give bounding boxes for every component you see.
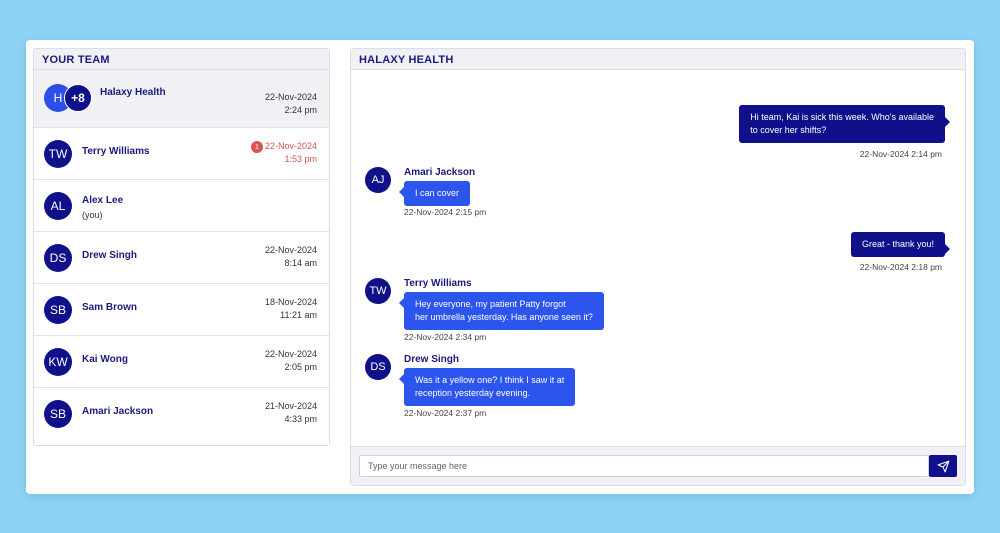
avatar: KW (44, 348, 72, 376)
member-timestamp: 18-Nov-2024 11:21 am (264, 297, 317, 320)
avatar: DS (44, 244, 72, 272)
group-timestamp: 22-Nov-2024 2:24 pm (264, 92, 317, 115)
message-timestamp: 22-Nov-2024 2:18 pm (859, 262, 942, 272)
team-item-alex-lee[interactable]: AL Alex Lee (you) (34, 180, 329, 232)
message-bubble-incoming: Hey everyone, my patient Patty forgot he… (399, 292, 604, 330)
group-extra-count: +8 (64, 84, 92, 112)
member-name: Sam Brown (82, 302, 138, 313)
team-item-kai-wong[interactable]: KW Kai Wong 22-Nov-2024 2:05 pm (34, 336, 329, 388)
message-composer (351, 446, 965, 485)
member-timestamp: 22-Nov-2024 2:05 pm (264, 349, 317, 372)
team-item-sam-brown[interactable]: SB Sam Brown 18-Nov-2024 11:21 am (34, 284, 329, 336)
message-bubble-incoming: I can cover (398, 181, 471, 206)
member-timestamp: 22-Nov-2024 8:14 am (264, 245, 317, 268)
member-name: Drew Singh (82, 250, 138, 261)
sender-name: Terry Williams (404, 278, 472, 289)
sender-name: Drew Singh (404, 354, 460, 365)
member-name: Kai Wong (82, 354, 128, 365)
sender-avatar: AJ (365, 167, 391, 193)
sender-avatar: DS (365, 354, 391, 380)
team-item-drew-singh[interactable]: DS Drew Singh 22-Nov-2024 8:14 am (34, 232, 329, 284)
member-timestamp: 21-Nov-2024 4:33 pm (264, 401, 317, 424)
avatar: SB (44, 296, 72, 324)
send-icon (937, 460, 950, 473)
chat-panel: HALAXY HEALTH Hi team, Kai is sick this … (350, 48, 966, 486)
team-item-amari-jackson[interactable]: SB Amari Jackson 21-Nov-2024 4:33 pm (34, 388, 329, 440)
message-timestamp: 22-Nov-2024 2:34 pm (404, 332, 487, 342)
team-panel-title: YOUR TEAM (34, 49, 329, 70)
message-list: Hi team, Kai is sick this week. Who's av… (351, 70, 965, 447)
member-name: Terry Williams (82, 146, 150, 157)
group-name: Halaxy Health (100, 87, 166, 98)
member-name: Alex Lee (82, 195, 124, 206)
message-bubble-outgoing: Hi team, Kai is sick this week. Who's av… (739, 105, 950, 143)
message-timestamp: 22-Nov-2024 2:14 pm (859, 149, 942, 159)
sender-avatar: TW (365, 278, 391, 304)
avatar: SB (44, 400, 72, 428)
app-card: YOUR TEAM H +8 Halaxy Health 22-Nov-2024… (26, 40, 974, 494)
message-bubble-outgoing: Great - thank you! (850, 232, 951, 257)
team-panel: YOUR TEAM H +8 Halaxy Health 22-Nov-2024… (33, 48, 330, 446)
team-item-group[interactable]: H +8 Halaxy Health 22-Nov-2024 2:24 pm (34, 70, 329, 128)
message-timestamp: 22-Nov-2024 2:37 pm (404, 408, 487, 418)
team-item-terry-williams[interactable]: TW Terry Williams 1 22-Nov-2024 1:53 pm (34, 128, 329, 180)
avatar: AL (44, 192, 72, 220)
member-sub: (you) (82, 210, 103, 220)
message-timestamp: 22-Nov-2024 2:15 pm (404, 207, 487, 217)
message-input[interactable] (359, 455, 929, 477)
member-timestamp: 22-Nov-2024 1:53 pm (264, 141, 317, 164)
chat-panel-title: HALAXY HEALTH (351, 49, 965, 70)
unread-badge: 1 (251, 141, 263, 153)
send-button[interactable] (929, 455, 957, 477)
sender-name: Amari Jackson (404, 167, 476, 178)
avatar: TW (44, 140, 72, 168)
message-bubble-incoming: Was it a yellow one? I think I saw it at… (398, 368, 576, 406)
member-name: Amari Jackson (82, 406, 154, 417)
